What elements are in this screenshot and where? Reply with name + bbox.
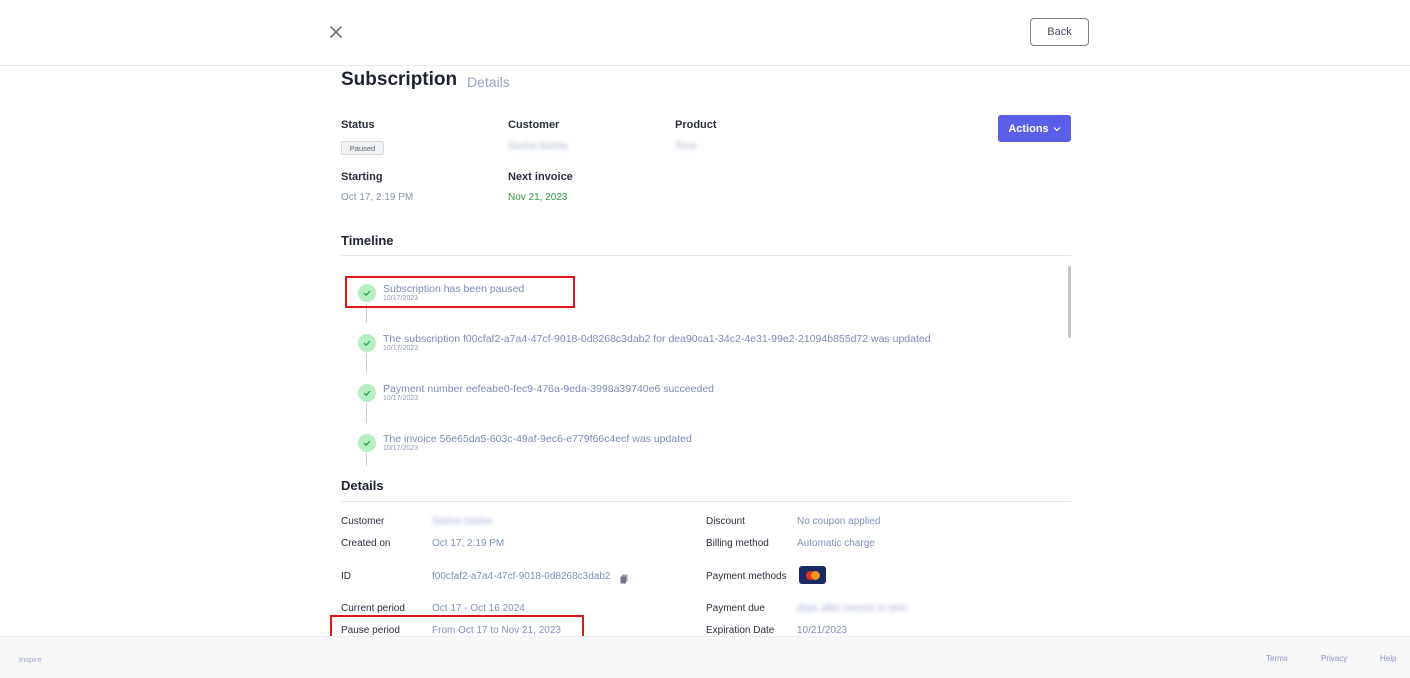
- starting-label: Starting: [341, 171, 383, 183]
- status-label: Status: [341, 119, 375, 131]
- check-circle-icon: [358, 384, 376, 402]
- actions-button-label: Actions: [1008, 122, 1049, 135]
- next-invoice-label: Next invoice: [508, 171, 573, 183]
- timeline-item: The subscription f00cfaf2-a7a4-47cf-9018…: [358, 333, 931, 353]
- actions-button[interactable]: Actions: [998, 115, 1071, 142]
- detail-expiration-value: 10/21/2023: [797, 625, 848, 636]
- back-button[interactable]: Back: [1030, 18, 1089, 46]
- detail-created-label: Created on: [341, 538, 391, 549]
- detail-payment-methods-label: Payment methods: [706, 571, 787, 582]
- timeline-item: The invoice 56e65da5-603c-49af-9ec6-e779…: [358, 433, 692, 453]
- detail-billing-value: Automatic charge: [797, 538, 875, 549]
- chevron-down-icon: [1053, 126, 1061, 131]
- detail-expiration-label: Expiration Date: [706, 625, 775, 636]
- product-value[interactable]: Tone: [675, 141, 697, 152]
- footer-terms-link[interactable]: Terms: [1266, 654, 1288, 663]
- detail-id-label: ID: [341, 571, 351, 582]
- detail-payment-due-value: days after invoice is sent: [797, 603, 907, 614]
- page-title: Subscription: [341, 69, 458, 90]
- timeline-connector: [366, 353, 367, 373]
- detail-id-value: f00cfaf2-a7a4-47cf-9018-0d8268c3dab2: [432, 571, 611, 582]
- footer-help-link[interactable]: Help: [1380, 654, 1396, 663]
- timeline-scrollbar[interactable]: [1068, 266, 1071, 338]
- timeline-connector: [366, 453, 367, 466]
- copy-icon[interactable]: [620, 571, 628, 584]
- timeline-item-title: The invoice 56e65da5-603c-49af-9ec6-e779…: [383, 433, 692, 445]
- top-bar: Back: [0, 0, 1410, 66]
- detail-billing-label: Billing method: [706, 538, 769, 549]
- timeline-item-title: The subscription f00cfaf2-a7a4-47cf-9018…: [383, 333, 931, 345]
- details-divider: [341, 501, 1071, 502]
- check-circle-icon: [358, 334, 376, 352]
- detail-created-value: Oct 17, 2:19 PM: [432, 538, 505, 549]
- detail-discount-value: No coupon applied: [797, 516, 881, 527]
- next-invoice-value: Nov 21, 2023: [508, 192, 568, 203]
- detail-payment-due-label: Payment due: [706, 603, 765, 614]
- timeline-item-title: Payment number eefeabe0-fec9-476a-9eda-3…: [383, 383, 714, 395]
- detail-customer-label: Customer: [341, 516, 385, 527]
- timeline-item-date: 10/17/2023: [383, 445, 419, 452]
- mastercard-icon: [799, 566, 826, 584]
- customer-value[interactable]: Sasha Sasha: [508, 141, 568, 152]
- customer-label: Customer: [508, 119, 560, 131]
- timeline-item: Payment number eefeabe0-fec9-476a-9eda-3…: [358, 383, 714, 403]
- product-label: Product: [675, 119, 717, 131]
- status-badge: Paused: [341, 141, 384, 155]
- highlight-box: [345, 276, 575, 308]
- timeline-title: Timeline: [341, 233, 394, 248]
- page-subtitle: Details: [467, 74, 510, 90]
- details-title: Details: [341, 478, 384, 493]
- footer-privacy-link[interactable]: Privacy: [1321, 654, 1347, 663]
- detail-current-period-value: Oct 17 - Oct 16 2024: [432, 603, 525, 614]
- timeline-item-date: 10/17/2023: [383, 395, 419, 402]
- detail-current-period-label: Current period: [341, 603, 405, 614]
- starting-value: Oct 17, 2:19 PM: [341, 192, 414, 203]
- timeline-connector: [366, 403, 367, 423]
- detail-discount-label: Discount: [706, 516, 745, 527]
- footer: Inspire Terms Privacy Help: [0, 636, 1410, 678]
- check-circle-icon: [358, 434, 376, 452]
- timeline-item-date: 10/17/2023: [383, 345, 419, 352]
- close-icon[interactable]: [326, 22, 346, 42]
- detail-customer-link[interactable]: Sasha Sasha: [432, 516, 492, 527]
- footer-brand: Inspire: [19, 655, 42, 664]
